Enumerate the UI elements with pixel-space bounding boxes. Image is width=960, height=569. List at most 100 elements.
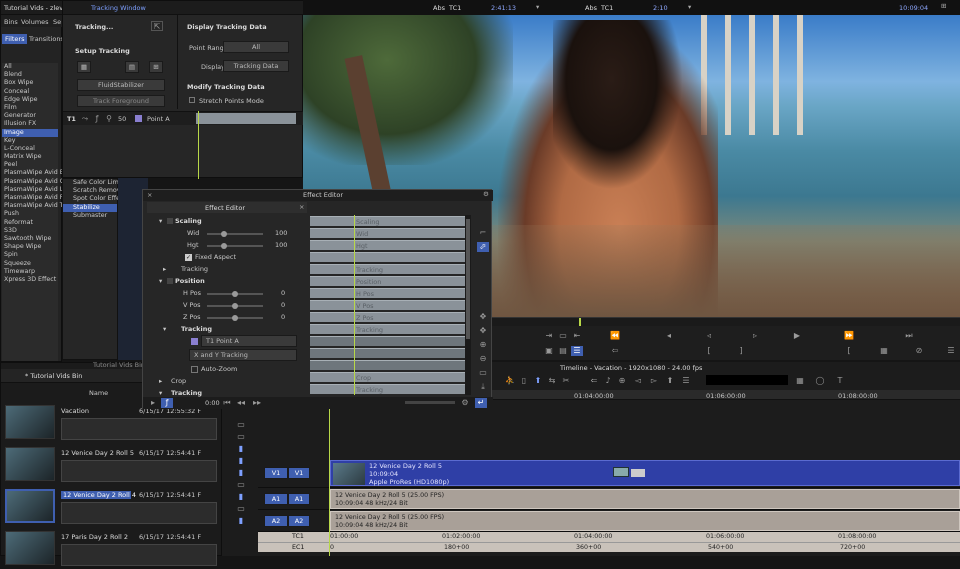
a1-clip[interactable]: 12 Venice Day 2 Roll 5 (25.00 FPS) 10:09… [330,489,960,509]
effect-category-item[interactable]: Key [2,137,58,145]
effect-editor-title-bar[interactable]: Effect Editor × [147,202,307,213]
clip-thumbnail[interactable] [5,531,55,565]
keyframe-graph-row[interactable]: Scaling [310,216,465,226]
point-range-select[interactable]: All [223,41,289,53]
vpos-value[interactable]: 0 [281,301,285,309]
tracking-expand-icon-3[interactable]: ▾ [159,389,162,397]
crop-group[interactable]: ▸ Crop [147,375,307,387]
effect-category-item[interactable]: Reformat [2,219,58,227]
clip-comment-box[interactable] [61,544,217,566]
snapshot-icon[interactable]: [ [843,346,855,356]
hpos-slider-knob[interactable] [232,291,238,297]
tab-settings[interactable]: Se [53,18,61,26]
crop-expand-icon[interactable]: ▸ [159,377,162,385]
effect-category-item[interactable]: Timewarp [2,268,58,276]
wid-slider[interactable] [207,231,263,237]
tracking-group-2[interactable]: ▾ Tracking [147,323,307,335]
tracker-options-button[interactable]: ▤ [125,61,139,73]
image-effect-item[interactable]: Safe Color Limite [63,179,127,187]
effect-category-item[interactable]: PlasmaWipe Avid Bor [2,169,71,177]
v1-source-button[interactable]: V1 [264,467,288,479]
fit-icon[interactable]: ▭ [477,368,489,378]
shift-right-icon[interactable]: ▻ [648,376,660,386]
effect-category-item[interactable]: Generator [2,112,58,120]
clip-comment-box[interactable] [61,460,217,482]
vpos-slider-knob[interactable] [232,303,238,309]
bin-clip-row[interactable]: 12 Venice Day 2 Roll 5 6/15/17 12:54:41 F [1,445,223,485]
bin-clip-row[interactable]: Vacation 6/15/17 12:55:32 F [1,403,223,443]
scrollbar-thumb[interactable] [466,219,470,339]
zoom-icon[interactable]: ⊕ [616,376,628,386]
a1-source-button[interactable]: A1 [264,493,288,505]
effect-category-item[interactable]: PlasmaWipe Avid Lav [2,186,71,194]
effect-category-item[interactable]: S3D [2,227,58,235]
scaling-group[interactable]: ▾ Scaling [147,215,307,227]
close-icon[interactable]: × [147,191,152,199]
clip-thumbnail[interactable] [5,489,55,523]
right-tc-dropdown-icon[interactable]: ▾ [688,3,691,11]
prev-keyframe-icon[interactable]: ⏮ [221,398,233,408]
function-icon[interactable]: ƒ [91,114,103,124]
left-tc-dropdown-icon[interactable]: ▾ [536,3,539,11]
tracking-graph-strip[interactable] [196,113,296,124]
figure-icon[interactable]: ⚲ [103,114,115,124]
hgt-slider[interactable] [207,243,263,249]
enter-icon[interactable]: ↵ [475,398,487,408]
position-enable[interactable] [167,278,173,284]
a2-record-button[interactable]: A2 [288,515,310,527]
tracker-add-button[interactable]: ⊞ [149,61,163,73]
position-expand-icon[interactable]: ▾ [159,277,162,285]
auto-zoom-checkbox[interactable] [191,366,198,373]
rewind-icon[interactable]: ◂◂ [235,398,247,408]
keyframe-graph-row[interactable]: Wid [310,228,465,238]
tracking-expand-icon-2[interactable]: ▾ [163,325,166,333]
keyframe-graph-row[interactable]: Hgt [310,240,465,250]
step-backward-icon[interactable]: ◃ [703,331,715,341]
forward-icon[interactable]: ▸▸ [251,398,263,408]
hgt-value[interactable]: 100 [275,241,287,249]
v1-record-button[interactable]: V1 [288,467,310,479]
loop-icon[interactable]: ◯ [814,376,826,386]
bin-clip-row[interactable]: 17 Paris Day 2 Roll 2 6/15/17 12:54:41 F [1,529,223,569]
play-icon[interactable]: ▶ [791,331,803,341]
effect-category-item[interactable]: Box Wipe [2,79,58,87]
scaling-enable[interactable] [167,218,173,224]
bracket-close-icon[interactable]: ] [735,346,747,356]
zoom-in-icon[interactable]: ⊕ [477,340,489,350]
keyframe-graph-row[interactable]: Tracking [310,264,465,274]
zpos-slider-knob[interactable] [232,315,238,321]
fx-icon[interactable]: ƒ [161,398,173,408]
keyframe-icon[interactable]: ▸ [147,398,159,408]
tracking-title-bar[interactable]: Tracking Window [63,1,304,15]
a2-clip[interactable]: 12 Venice Day 2 Roll 5 (25.00 FPS) 10:09… [330,511,960,531]
track-tool-icon-3[interactable]: ▮ [235,444,247,454]
effect-category-item[interactable]: All [2,63,58,71]
tracking-point-select[interactable]: T1 Point A [201,335,297,347]
clip-comment-box[interactable] [61,502,217,524]
tab-bins[interactable]: Bins [4,18,18,26]
mark-in-icon[interactable]: ⇥ [543,331,555,341]
effect-category-item[interactable]: Illusion FX [2,120,58,128]
tracking-expand-icon[interactable]: ▸ [163,265,166,273]
bin-clip-row[interactable]: 12 Venice Day 2 Roll 4 6/15/17 12:54:41 F [1,487,223,527]
zoom-out-icon[interactable]: ⊖ [477,354,489,364]
text-tool-icon[interactable]: T [834,376,846,386]
curve-icon[interactable]: ⤳ [79,114,91,124]
mark-clip-icon[interactable]: ▭ [557,331,569,341]
bracket-open-icon[interactable]: [ [703,346,715,356]
effect-category-item[interactable]: PlasmaWipe Avid Pair [2,194,72,202]
step-back-icon[interactable]: ⏪ [609,331,621,341]
effect-category-item[interactable]: Conceal [2,88,58,96]
audio-icon[interactable]: ♪ [602,376,614,386]
splice-icon[interactable]: ▣ [543,346,555,356]
extract-icon[interactable]: ⇦ [609,346,621,356]
bin-name-column-header[interactable]: Name [89,389,108,397]
track-tool-icon-7[interactable]: ▮ [235,492,247,502]
effect-category-item[interactable]: Image [2,128,58,137]
segment-mode-icon[interactable]: ⛹ [504,376,516,386]
effect-category-item[interactable]: Edge Wipe [2,96,58,104]
zpos-value[interactable]: 0 [281,313,285,321]
keyframe-graph-row[interactable]: Tracking [310,384,465,394]
tracking-tool-icon[interactable]: ⇱ [151,21,163,31]
clip-thumbnail[interactable] [5,447,55,481]
